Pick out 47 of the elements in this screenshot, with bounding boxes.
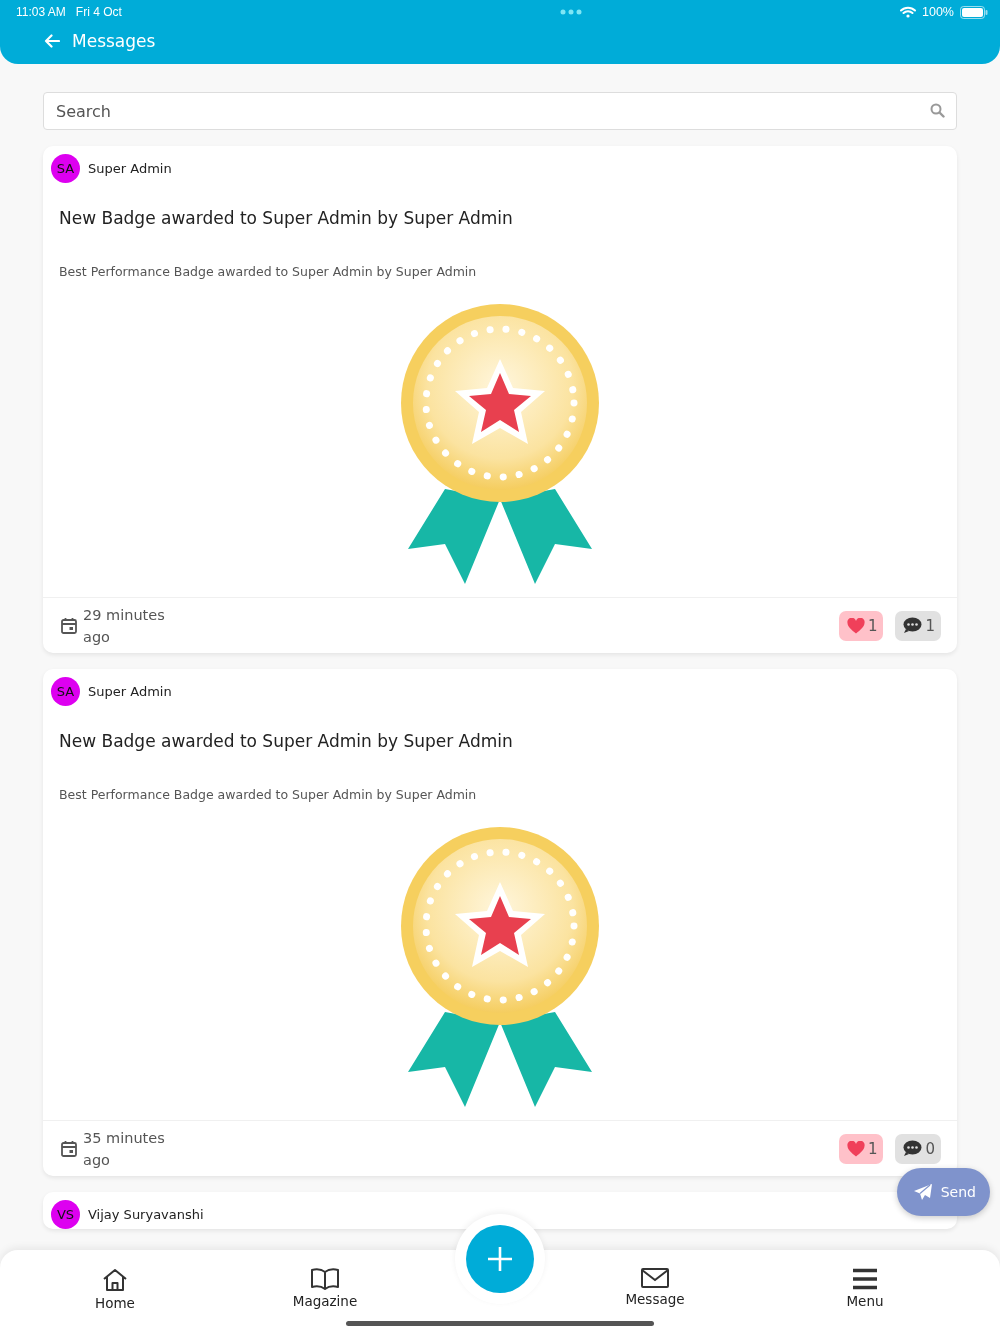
- comment-icon: [903, 617, 923, 634]
- back-arrow-icon[interactable]: [44, 34, 60, 48]
- post-title: New Badge awarded to Super Admin by Super Admin: [58, 730, 514, 751]
- nav-tab[interactable]: Menu: [760, 1250, 970, 1310]
- heart-icon: [846, 1140, 865, 1157]
- avatar: SA: [51, 154, 80, 183]
- avatar: SA: [51, 677, 80, 706]
- calendar-icon: [61, 617, 77, 634]
- post-time: ago: [83, 627, 111, 647]
- page-title: Messages: [72, 31, 156, 51]
- battery-icon: [960, 5, 988, 19]
- comment-button[interactable]: 0: [895, 1133, 941, 1164]
- post-description: Best Performance Badge awarded to Super Admin by Super Admin: [58, 786, 478, 802]
- search-field[interactable]: Search: [43, 92, 957, 130]
- search-icon[interactable]: [930, 103, 945, 118]
- battery-level: 100%: [922, 5, 954, 19]
- nav-tab[interactable]: Magazine: [220, 1250, 430, 1310]
- envelope-icon: [641, 1268, 669, 1288]
- comment-button[interactable]: 1: [895, 610, 941, 641]
- home-icon: [102, 1268, 128, 1292]
- paper-plane-icon: [912, 1183, 933, 1201]
- wifi-icon: [900, 6, 916, 18]
- post-card[interactable]: SA Super Admin New Badge awarded to Super Admin by Super Admin Best Performance Badge awarded to Super Admin by Super Admin 35 minutes ago 1 0: [43, 669, 957, 1176]
- nav-tab[interactable]: Home: [10, 1250, 220, 1312]
- calendar-icon: [61, 1140, 77, 1157]
- post-time: 35 minutes: [83, 1128, 165, 1148]
- menu-icon: [852, 1268, 878, 1290]
- open-book-icon: [311, 1268, 339, 1290]
- plus-icon: [487, 1246, 513, 1272]
- like-button[interactable]: 1: [838, 610, 884, 641]
- status-time: 11:03 AM: [16, 5, 66, 19]
- post-description: Best Performance Badge awarded to Super Admin by Super Admin: [58, 263, 478, 279]
- comment-icon: [903, 1140, 923, 1157]
- post-card[interactable]: SA Super Admin New Badge awarded to Super Admin by Super Admin Best Performance Badge awarded to Super Admin by Super Admin 29 minutes ago 1 1: [43, 146, 957, 653]
- add-button[interactable]: [466, 1225, 534, 1293]
- like-button[interactable]: 1: [838, 1133, 884, 1164]
- multitask-dots-icon[interactable]: [559, 9, 582, 15]
- nav-tab[interactable]: Message: [550, 1250, 760, 1308]
- heart-icon: [846, 617, 865, 634]
- post-title: New Badge awarded to Super Admin by Super Admin: [58, 207, 514, 228]
- author-name: Super Admin: [88, 161, 172, 176]
- author-name: Vijay Suryavanshi: [88, 1207, 204, 1222]
- status-date: Fri 4 Oct: [75, 5, 122, 19]
- author-name: Super Admin: [88, 684, 172, 699]
- post-time: 29 minutes: [83, 605, 165, 625]
- post-time: ago: [83, 1150, 111, 1170]
- avatar: VS: [51, 1200, 80, 1229]
